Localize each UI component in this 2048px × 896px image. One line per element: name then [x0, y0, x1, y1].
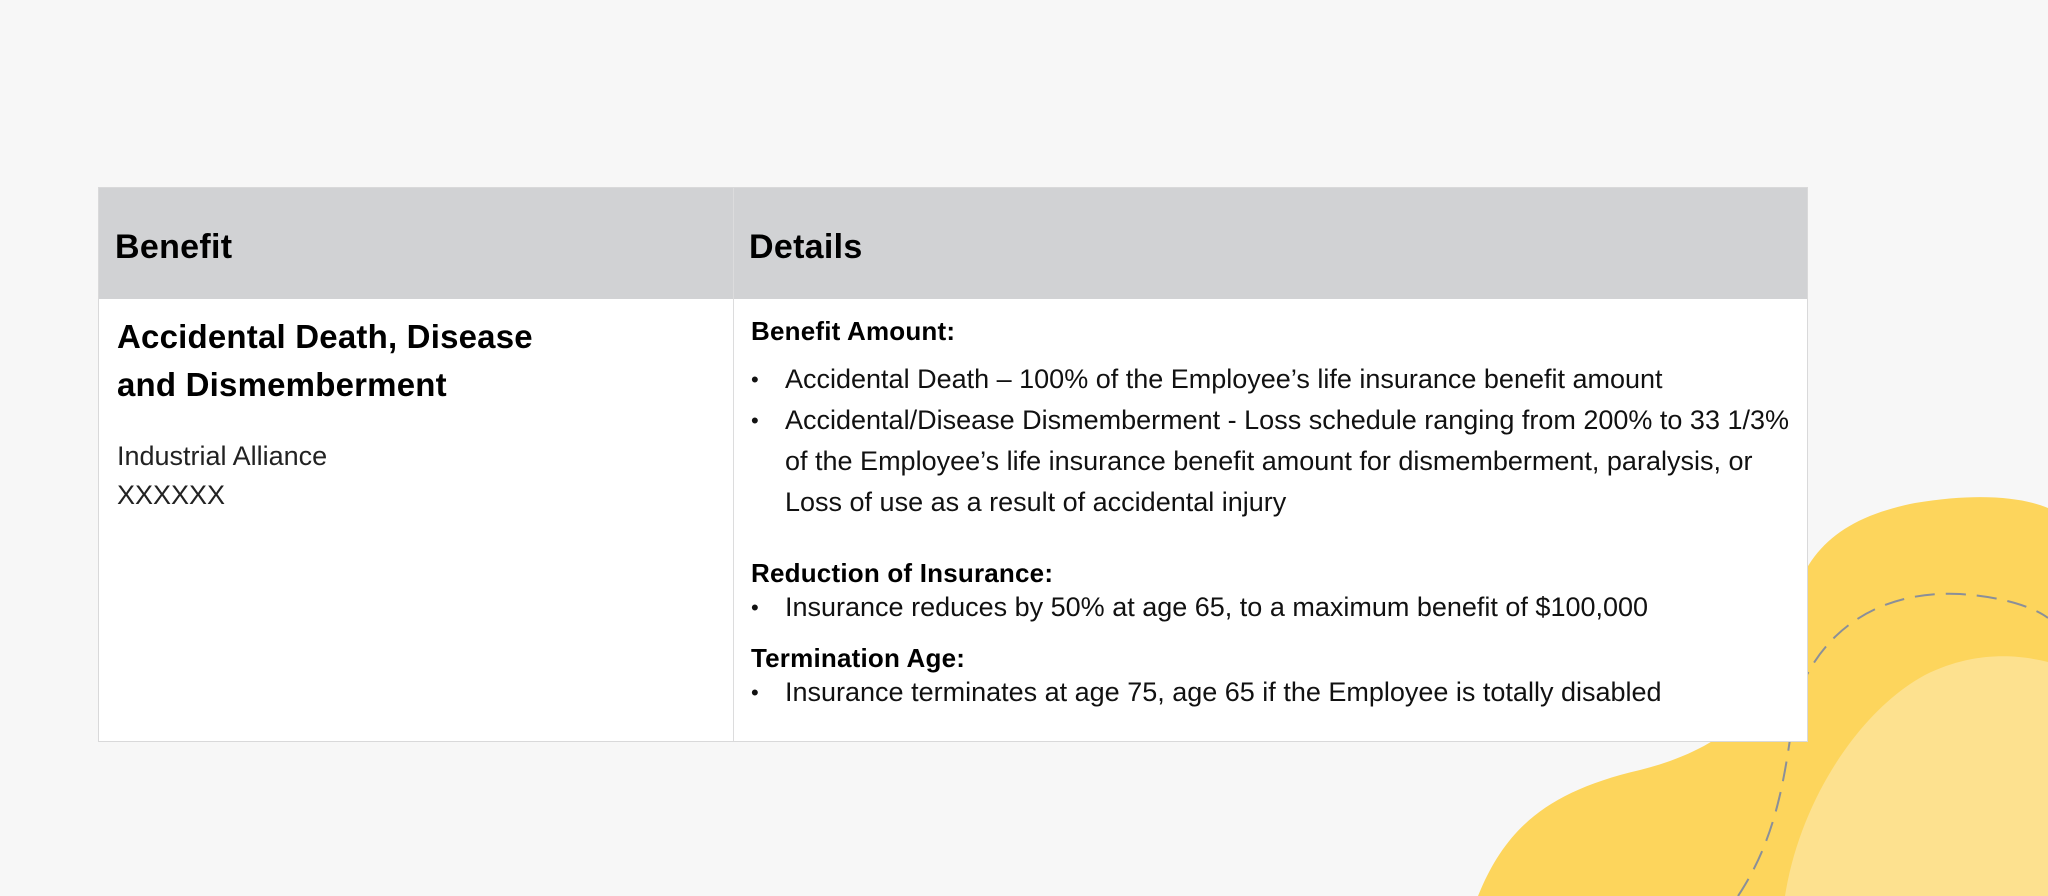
provider-name: Industrial Alliance [117, 441, 328, 471]
bullet-icon: • [751, 367, 759, 392]
benefit-cell: Accidental Death, Disease and Dismemberm… [117, 313, 677, 515]
section-heading: Termination Age: [751, 643, 966, 673]
bullet-text: Accidental Death – 100% of the Employee’… [785, 364, 1663, 394]
section-heading: Benefit Amount: [751, 316, 956, 346]
policy-code: XXXXXX [117, 480, 226, 510]
bullet-text: Insurance reduces by 50% at age 65, to a… [785, 592, 1649, 622]
bullet-text: Accidental/Disease Dismemberment - Loss … [785, 405, 1789, 517]
list-item: • Accidental Death – 100% of the Employe… [751, 359, 1791, 400]
bullet-list: • Insurance terminates at age 75, age 65… [751, 672, 1791, 713]
header-benefit: Benefit [115, 228, 233, 266]
benefits-table: Benefit Details Accidental Death, Diseas… [98, 187, 1808, 742]
bullet-text: Insurance terminates at age 75, age 65 i… [785, 677, 1662, 707]
table-header-row: Benefit Details [99, 188, 1807, 299]
bullet-icon: • [751, 408, 759, 433]
bullet-icon: • [751, 595, 759, 620]
bullet-icon: • [751, 680, 759, 705]
benefit-title: Accidental Death, Disease and Dismemberm… [117, 318, 533, 403]
list-item: • Insurance terminates at age 75, age 65… [751, 672, 1791, 713]
section-benefit-amount: Benefit Amount: • Accidental Death – 100… [751, 315, 1791, 523]
section-heading: Reduction of Insurance: [751, 558, 1054, 588]
column-divider [733, 188, 734, 741]
section-reduction-of-insurance: Reduction of Insurance: • Insurance redu… [751, 557, 1791, 628]
list-item: • Insurance reduces by 50% at age 65, to… [751, 587, 1791, 628]
list-item: • Accidental/Disease Dismemberment - Los… [751, 400, 1791, 523]
bullet-list: • Accidental Death – 100% of the Employe… [751, 359, 1791, 523]
provider-info: Industrial Alliance XXXXXX [117, 437, 677, 515]
details-cell: Benefit Amount: • Accidental Death – 100… [751, 315, 1791, 713]
bullet-list: • Insurance reduces by 50% at age 65, to… [751, 587, 1791, 628]
header-details: Details [749, 228, 863, 266]
section-termination-age: Termination Age: • Insurance terminates … [751, 642, 1791, 713]
